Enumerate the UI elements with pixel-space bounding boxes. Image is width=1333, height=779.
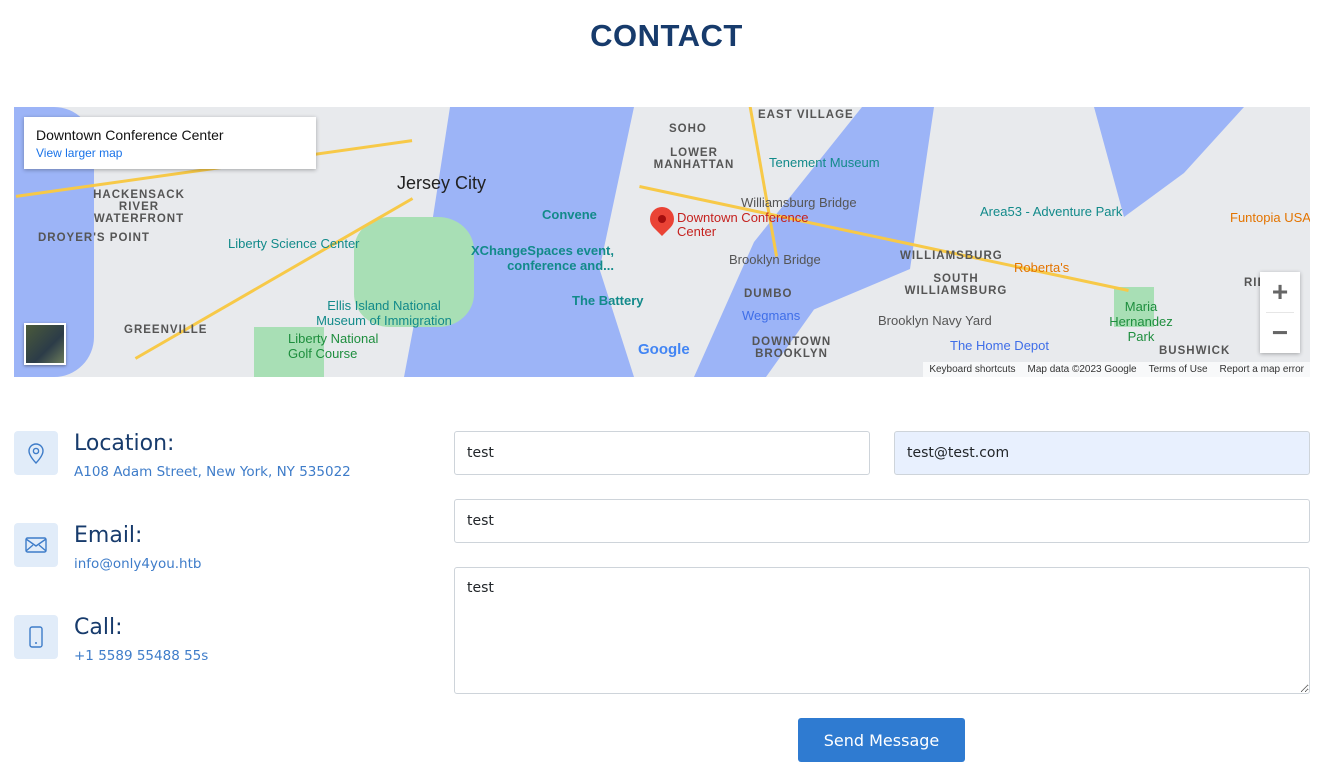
satellite-toggle[interactable] (24, 323, 66, 365)
map-info-card: Downtown Conference Center View larger m… (24, 117, 316, 169)
map-label: Maria Hernandez Park (1109, 299, 1173, 344)
place-title: Downtown Conference Center (36, 127, 224, 143)
map-label: SOUTH WILLIAMSBURG (904, 273, 1008, 297)
location-value: A108 Adam Street, New York, NY 535022 (74, 464, 351, 480)
phone-icon (14, 615, 58, 659)
terms-link[interactable]: Terms of Use (1149, 364, 1208, 375)
email-value: info@only4you.htb (74, 556, 202, 572)
map-label: Williamsburg Bridge (741, 195, 857, 210)
email-input[interactable] (894, 431, 1310, 475)
zoom-in-button[interactable]: + (1260, 272, 1300, 312)
map-label: Wegmans (742, 308, 801, 323)
map-label: Brooklyn Bridge (729, 252, 821, 267)
map-data-text: Map data ©2023 Google (1027, 364, 1137, 375)
map-label: Convene (542, 207, 597, 222)
zoom-out-button[interactable]: − (1260, 313, 1300, 353)
map-label: The Home Depot (950, 338, 1049, 353)
location-marker-icon[interactable] (645, 202, 679, 236)
google-map[interactable]: Jersey City HACKENSACK RIVER WATERFRONT … (14, 107, 1310, 377)
map-label: WILLIAMSBURG (900, 250, 1003, 262)
report-error-link[interactable]: Report a map error (1220, 364, 1304, 375)
map-label: DUMBO (744, 288, 793, 300)
map-label: The Battery (572, 293, 644, 308)
map-label: BUSHWICK (1159, 345, 1231, 357)
map-pin-icon (14, 431, 58, 475)
map-label: XChangeSpaces event, conference and... (470, 243, 614, 273)
page-title: CONTACT (590, 18, 743, 53)
marker-label: Downtown Conference Center (677, 210, 809, 239)
map-label: Liberty National Golf Course (288, 331, 379, 361)
map-label: LOWER MANHATTAN (653, 147, 735, 171)
map-label: Ellis Island National Museum of Immigrat… (316, 298, 452, 328)
map-label: Jersey City (397, 173, 487, 193)
map-label: Roberta's (1014, 260, 1070, 275)
google-logo: Google (638, 341, 690, 358)
email-info: Email: info@only4you.htb (14, 523, 201, 572)
envelope-icon (14, 523, 58, 567)
map-label: Tenement Museum (769, 155, 880, 170)
call-value: +1 5589 55488 55s (74, 648, 209, 664)
call-title: Call: (74, 615, 123, 640)
map-label: DOWNTOWN BROOKLYN (751, 336, 832, 360)
location-title: Location: (74, 431, 175, 456)
map-label: DROYER'S POINT (38, 232, 150, 244)
send-message-button[interactable]: Send Message (798, 718, 965, 762)
map-label: Area53 - Adventure Park (980, 204, 1123, 219)
map-label: Liberty Science Center (228, 236, 360, 251)
call-info: Call: +1 5589 55488 55s (14, 615, 208, 664)
map-label: Funtopia USA (1230, 210, 1310, 225)
email-title: Email: (74, 523, 143, 548)
map-label: HACKENSACK RIVER WATERFRONT (93, 189, 185, 225)
location-info: Location: A108 Adam Street, New York, NY… (14, 431, 351, 480)
subject-input[interactable] (454, 499, 1310, 543)
zoom-control: + − (1260, 272, 1300, 353)
name-input[interactable] (454, 431, 870, 475)
map-label: SOHO (669, 123, 707, 135)
map-attribution: Keyboard shortcuts Map data ©2023 Google… (923, 362, 1310, 377)
keyboard-shortcuts-link[interactable]: Keyboard shortcuts (929, 364, 1015, 375)
message-textarea[interactable]: test (454, 567, 1310, 694)
map-label: EAST VILLAGE (758, 109, 854, 121)
map-label: Brooklyn Navy Yard (878, 313, 992, 328)
map-label: GREENVILLE (124, 324, 208, 336)
view-larger-map-link[interactable]: View larger map (36, 146, 304, 160)
